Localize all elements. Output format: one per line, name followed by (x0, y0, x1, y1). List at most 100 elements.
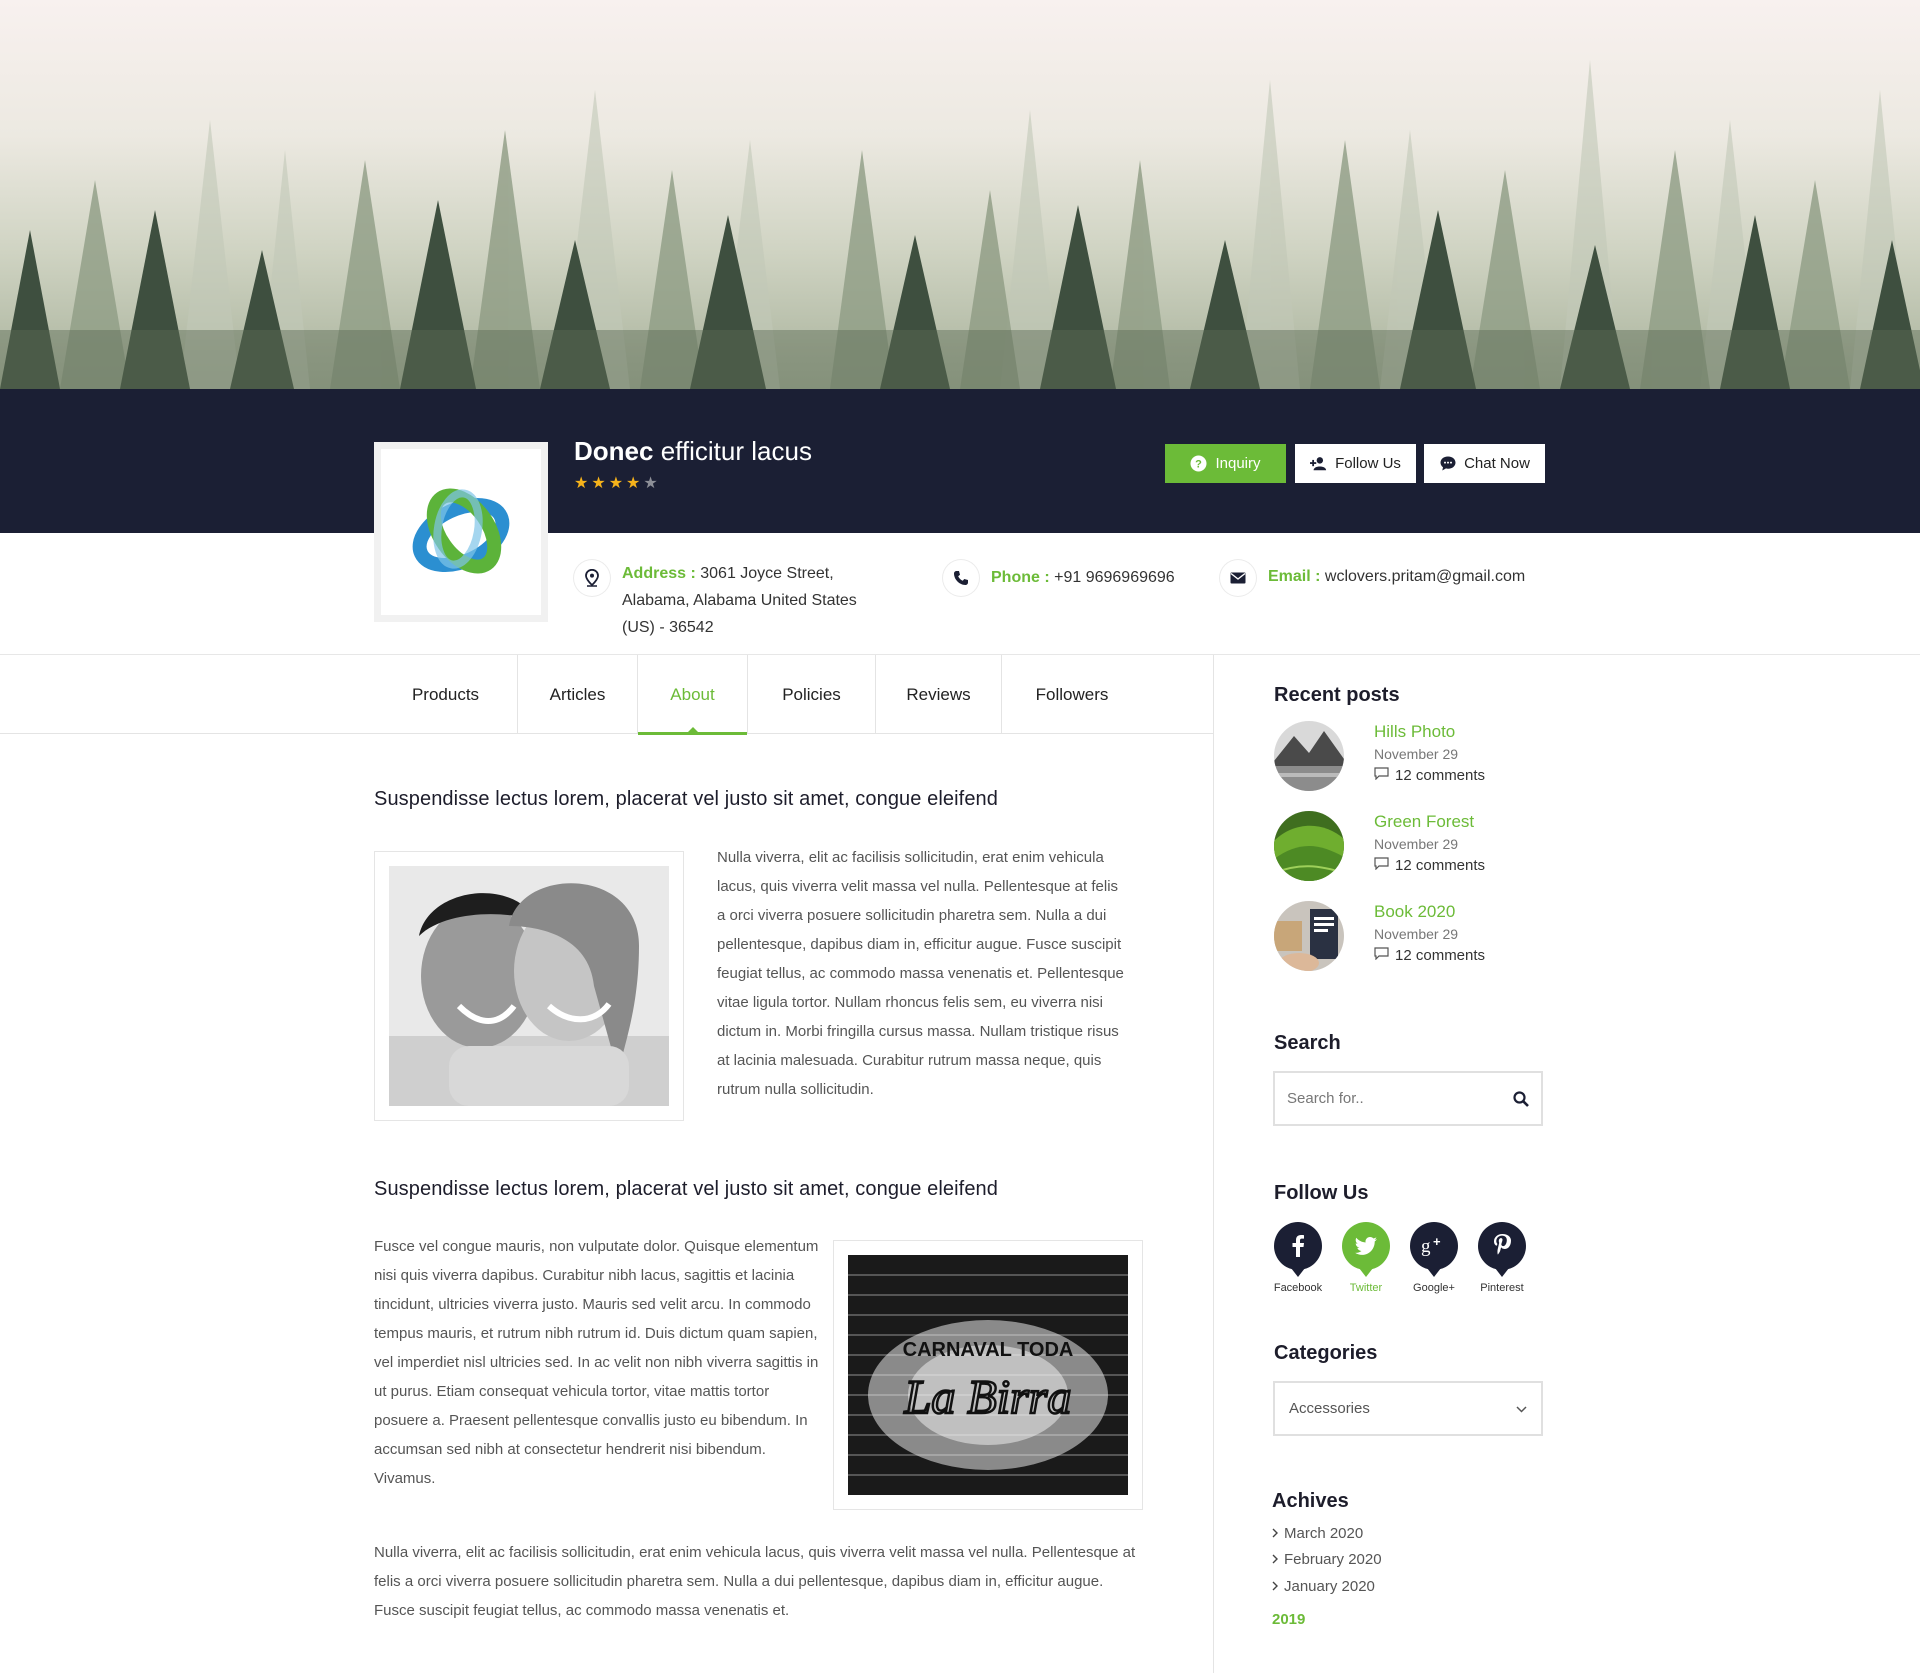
archive-year[interactable]: 2019 (1272, 1611, 1305, 1628)
tab-articles[interactable]: Articles (518, 655, 638, 734)
search-heading: Search (1274, 1032, 1341, 1054)
pinterest-icon (1478, 1222, 1526, 1277)
star-icon: ★ (574, 475, 589, 492)
svg-text:g: g (1421, 1236, 1431, 1257)
sign-text-script: La Birra (904, 1371, 1072, 1424)
archive-label: January 2020 (1284, 1578, 1375, 1595)
post-date: November 29 (1374, 746, 1459, 762)
section-heading: Suspendisse lectus lorem, placerat vel j… (374, 788, 999, 810)
phone-icon (943, 560, 979, 596)
search-field (1273, 1071, 1543, 1126)
follow-us-button[interactable]: Follow Us (1295, 444, 1416, 483)
chevron-right-icon (1272, 1525, 1278, 1542)
archive-label: March 2020 (1284, 1525, 1364, 1542)
recent-post[interactable]: Hills Photo November 29 12 comments (1274, 721, 1485, 791)
post-date: November 29 (1374, 836, 1459, 852)
post-comments[interactable]: 12 comments (1395, 855, 1485, 877)
post-thumbnail[interactable] (1274, 721, 1344, 791)
sidebar-divider (1213, 655, 1214, 1673)
comment-icon (1374, 855, 1389, 877)
section-text: Fusce vel congue mauris, non vulputate d… (374, 1238, 819, 1487)
recycle-logo-icon (412, 488, 510, 574)
social-label: Twitter (1349, 1282, 1383, 1294)
tab-label: Products (411, 684, 480, 704)
inquiry-button[interactable]: ? Inquiry (1165, 444, 1286, 483)
couple-photo (374, 851, 684, 1121)
post-title[interactable]: Green Forest (1374, 811, 1485, 833)
post-comments[interactable]: 12 comments (1395, 945, 1485, 967)
chat-icon (1439, 455, 1456, 472)
tab-label: Followers (1035, 684, 1109, 704)
social-twitter[interactable]: Twitter (1342, 1222, 1390, 1294)
post-comments[interactable]: 12 comments (1395, 765, 1485, 787)
social-label: Facebook (1273, 1282, 1323, 1294)
twitter-icon (1342, 1222, 1390, 1277)
post-title[interactable]: Book 2020 (1374, 901, 1485, 923)
archives-heading: Achives (1272, 1490, 1349, 1512)
post-title[interactable]: Hills Photo (1374, 721, 1485, 743)
social-google-plus[interactable]: g + Google+ (1410, 1222, 1458, 1294)
tab-policies[interactable]: Policies (748, 655, 876, 734)
location-icon (574, 560, 610, 596)
svg-text:+: + (1433, 1235, 1441, 1249)
search-icon[interactable] (1513, 1090, 1529, 1107)
chevron-right-icon (1272, 1551, 1278, 1568)
post-thumbnail[interactable] (1274, 901, 1344, 971)
search-input[interactable] (1287, 1090, 1513, 1107)
comment-icon (1374, 765, 1389, 787)
chevron-down-icon (1516, 1400, 1527, 1417)
archive-label: February 2020 (1284, 1551, 1382, 1568)
closing-text: Nulla viverra, elit ac facilisis sollici… (374, 1544, 1136, 1619)
tab-label: Articles (549, 684, 606, 704)
add-user-icon (1310, 455, 1327, 472)
inquiry-label: Inquiry (1215, 455, 1261, 472)
contact-phone: Phone : +91 9696969696 (943, 560, 1203, 596)
archive-item[interactable]: January 2020 (1272, 1578, 1375, 1595)
star-icon: ★ (626, 475, 641, 492)
store-rating: ★ ★ ★ ★ ★ (574, 476, 658, 492)
categories-heading: Categories (1274, 1342, 1378, 1364)
archive-item[interactable]: March 2020 (1272, 1525, 1363, 1542)
phone-value[interactable]: +91 9696969696 (1050, 569, 1175, 586)
tab-about[interactable]: About (638, 655, 748, 735)
recent-post[interactable]: Book 2020 November 29 12 comments (1274, 901, 1485, 971)
star-icon: ★ (591, 475, 606, 492)
contact-address: Address : 3061 Joyce Street, Alabama, Al… (574, 560, 894, 641)
facebook-icon (1274, 1222, 1322, 1277)
follow-label: Follow Us (1335, 455, 1401, 472)
social-links: Facebook Twitter g + Google+ Pinterest (1274, 1222, 1526, 1294)
email-value[interactable]: wclovers.pritam@gmail.com (1320, 568, 1525, 585)
envelope-icon (1220, 560, 1256, 596)
store-tabs: Products Articles About Policies Reviews… (374, 655, 1142, 735)
category-select[interactable]: Accessories (1273, 1381, 1543, 1436)
svg-text:?: ? (1196, 459, 1203, 471)
cover-image (0, 0, 1920, 389)
social-label: Pinterest (1480, 1282, 1524, 1294)
comment-icon (1374, 945, 1389, 967)
tab-reviews[interactable]: Reviews (876, 655, 1002, 734)
sign-text-top: CARNAVAL TODA (903, 1339, 1074, 1361)
follow-us-heading: Follow Us (1274, 1182, 1369, 1204)
store-logo (374, 442, 548, 622)
post-thumbnail[interactable] (1274, 811, 1344, 881)
star-empty-icon: ★ (643, 475, 658, 492)
store-title: Donec efficitur lacus (574, 436, 812, 467)
tab-label: Reviews (906, 684, 971, 704)
recent-post[interactable]: Green Forest November 29 12 comments (1274, 811, 1485, 881)
tab-products[interactable]: Products (374, 655, 518, 734)
store-title-rest: efficitur lacus (653, 436, 812, 466)
chat-now-button[interactable]: Chat Now (1424, 444, 1545, 483)
tab-label: About (670, 684, 715, 704)
phone-label: Phone : (991, 569, 1050, 586)
recent-posts-heading: Recent posts (1274, 684, 1400, 706)
question-icon: ? (1190, 455, 1207, 472)
star-icon: ★ (608, 475, 624, 492)
social-facebook[interactable]: Facebook (1274, 1222, 1322, 1294)
store-header-band (0, 389, 1920, 533)
archive-item[interactable]: February 2020 (1272, 1551, 1382, 1568)
post-date: November 29 (1374, 926, 1459, 942)
tab-label: Policies (782, 684, 841, 704)
chat-label: Chat Now (1464, 455, 1530, 472)
social-pinterest[interactable]: Pinterest (1478, 1222, 1526, 1294)
tab-followers[interactable]: Followers (1002, 655, 1142, 734)
